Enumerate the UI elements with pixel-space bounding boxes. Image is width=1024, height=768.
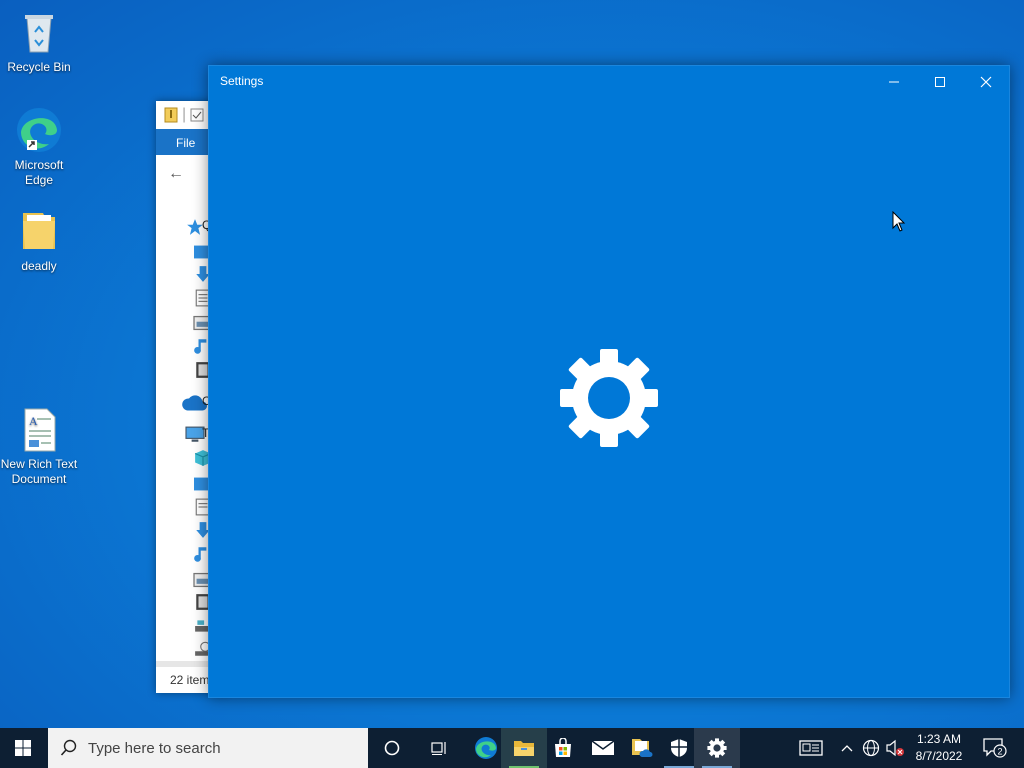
news-icon	[799, 740, 823, 756]
clock-date: 8/7/2022	[915, 749, 963, 763]
taskbar: Type here to search 1:23 AM 8/7/2022 2	[0, 728, 1024, 768]
network-button[interactable]	[860, 728, 882, 768]
status-bar-text: 22 item	[170, 673, 210, 687]
svg-text:A: A	[29, 414, 38, 428]
maximize-icon	[935, 76, 945, 87]
task-view-icon	[431, 742, 446, 755]
clock-time: 1:23 AM	[916, 732, 962, 746]
minimize-icon	[889, 81, 899, 82]
volume-muted-icon	[886, 739, 904, 757]
desktop-icon-edge[interactable]: Microsoft Edge	[0, 106, 78, 188]
chevron-up-icon	[841, 745, 853, 752]
cortana-icon	[384, 740, 400, 756]
edge-icon	[475, 737, 497, 759]
notification-icon: 2	[983, 738, 1007, 758]
close-icon	[980, 76, 992, 87]
explorer-app-icon	[164, 107, 178, 123]
desktop-icon-deadly[interactable]: deadly	[0, 207, 78, 274]
task-view-button[interactable]	[417, 728, 463, 768]
recycle-bin-icon	[15, 8, 63, 56]
settings-window[interactable]: Settings	[208, 65, 1010, 698]
store-icon	[555, 738, 571, 757]
edge-label: Microsoft Edge	[14, 158, 64, 187]
search-icon	[60, 739, 77, 756]
notification-count: 2	[997, 747, 1002, 757]
windows-logo-icon	[15, 740, 31, 756]
back-arrow-icon[interactable]: ←	[168, 165, 184, 183]
folder-icon	[15, 207, 63, 255]
properties-icon[interactable]	[190, 108, 204, 122]
cortana-button[interactable]	[369, 728, 415, 768]
rich-text-document-icon: A	[15, 405, 63, 453]
news-widget-button[interactable]	[796, 728, 826, 768]
start-button[interactable]	[0, 728, 46, 768]
desktop-icon-rich-text-document[interactable]: A New Rich Text Document	[0, 405, 78, 487]
maximize-button[interactable]	[917, 66, 963, 97]
mail-icon	[591, 740, 615, 755]
file-explorer-icon	[514, 741, 534, 756]
onedrive-files-icon	[632, 739, 653, 757]
deadly-folder-label: deadly	[21, 259, 57, 273]
settings-icon	[707, 738, 727, 758]
taskbar-clock[interactable]: 1:23 AM 8/7/2022	[910, 731, 968, 765]
action-center-button[interactable]: 2	[980, 728, 1010, 768]
file-tab[interactable]: File	[176, 136, 195, 150]
security-icon	[671, 739, 687, 757]
mouse-cursor-icon	[892, 211, 906, 232]
globe-network-icon	[862, 739, 880, 757]
search-placeholder: Type here to search	[88, 739, 221, 757]
recycle-bin-label: Recycle Bin	[7, 60, 71, 74]
window-title: Settings	[220, 74, 264, 88]
rich-text-document-label: New Rich Text Document	[0, 457, 78, 486]
taskbar-search-box[interactable]: Type here to search	[48, 728, 368, 768]
desktop-icon-recycle-bin[interactable]: Recycle Bin	[0, 8, 78, 75]
show-hidden-icons-button[interactable]	[838, 728, 856, 768]
taskbar-settings-button[interactable]	[694, 728, 740, 768]
volume-button[interactable]	[884, 728, 906, 768]
edge-icon	[15, 106, 63, 154]
settings-splash-gear-icon	[559, 348, 659, 448]
minimize-button[interactable]	[871, 66, 917, 97]
close-button[interactable]	[963, 66, 1009, 97]
